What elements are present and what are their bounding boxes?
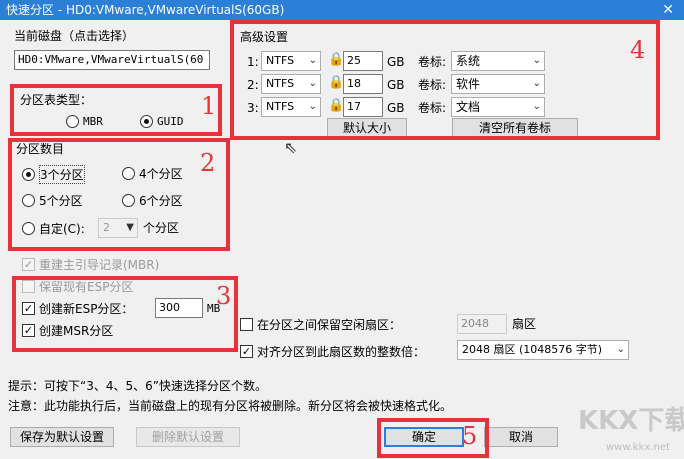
- annotation-box-2: [8, 138, 230, 251]
- annotation-number-2: 2: [200, 149, 216, 177]
- annotation-number-1: 1: [201, 92, 217, 120]
- check-icon: ✓: [240, 345, 253, 358]
- rebuild-mbr-checkbox[interactable]: ✓ 重建主引导记录(MBR): [22, 256, 159, 273]
- warning-text: 注意：此功能执行后，当前磁盘上的现有分区将被删除。新分区将会被快速格式化。: [8, 399, 453, 413]
- close-icon[interactable]: ✕: [662, 0, 674, 20]
- title-bar[interactable]: 快速分区 - HD0:VMware,VMwareVirtualS(60GB) ✕: [0, 0, 684, 20]
- watermark-logo: KKX下载: [578, 406, 684, 436]
- reserve-sectors-unit: 扇区: [512, 317, 537, 331]
- cancel-button[interactable]: 取消: [484, 427, 558, 447]
- window-title: 快速分区 - HD0:VMware,VMwareVirtualS(60GB): [6, 3, 285, 17]
- reserve-sectors-checkbox[interactable]: 在分区之间保留空闲扇区：: [240, 316, 401, 333]
- annotation-box-4: [230, 20, 660, 140]
- annotation-number-3: 3: [216, 282, 232, 310]
- mouse-cursor-icon: ⇖: [284, 138, 298, 157]
- disk-selector[interactable]: HD0:VMware,VMwareVirtualS(60: [14, 50, 210, 70]
- delete-default-button[interactable]: 删除默认设置: [136, 427, 240, 447]
- dialog-client: 当前磁盘（点击选择） HD0:VMware,VMwareVirtualS(60 …: [0, 20, 684, 459]
- align-select[interactable]: 2048 扇区 (1048576 字节) ⌄: [457, 340, 629, 360]
- chevron-down-icon: ⌄: [616, 344, 625, 355]
- align-checkbox[interactable]: ✓ 对齐分区到此扇区数的整数倍：: [240, 343, 425, 360]
- disk-label: 当前磁盘（点击选择）: [14, 29, 135, 43]
- save-default-button[interactable]: 保存为默认设置: [10, 427, 114, 447]
- reserve-sectors-input[interactable]: 2048: [457, 314, 507, 334]
- annotation-number-4: 4: [630, 36, 646, 64]
- annotation-box-1: [10, 84, 222, 136]
- check-icon: ✓: [22, 258, 35, 271]
- watermark-url: www.kkx.net: [606, 442, 670, 453]
- tip-text: 提示：可按下“3、4、5、6”快速选择分区个数。: [8, 379, 267, 393]
- annotation-number-5: 5: [462, 422, 478, 450]
- checkbox-empty-icon: [240, 318, 253, 331]
- annotation-box-3: [12, 276, 238, 352]
